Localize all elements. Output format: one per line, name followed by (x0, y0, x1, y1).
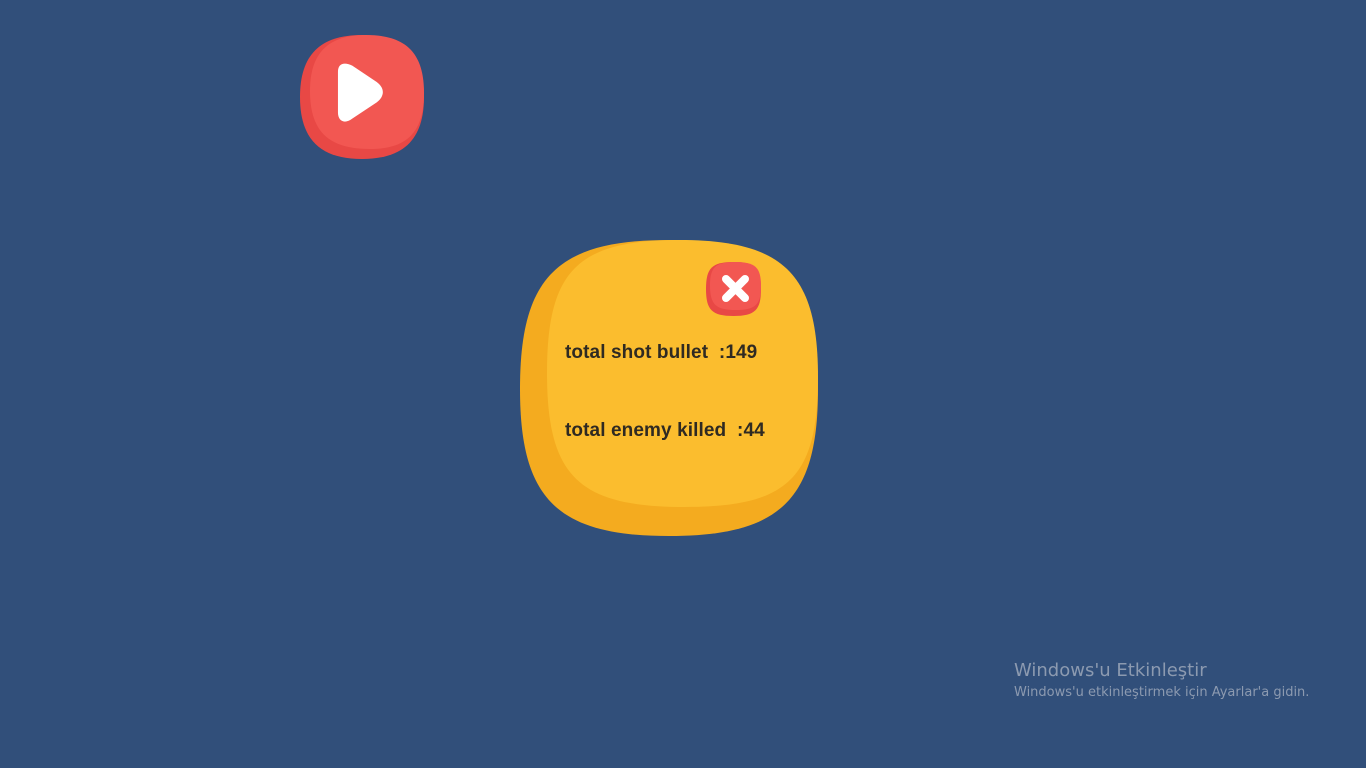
kills-value: :44 (737, 420, 765, 441)
total-shot-bullet-stat: total shot bullet :149 (565, 342, 757, 364)
close-button[interactable] (705, 261, 762, 317)
stats-panel: total shot bullet :149 total enemy kille… (519, 239, 819, 537)
kills-label: total enemy killed (565, 420, 727, 441)
stats-panel-background (520, 240, 818, 536)
shots-label: total shot bullet (565, 342, 709, 363)
watermark-title: Windows'u Etkinleştir (1014, 660, 1207, 681)
windows-activation-watermark: Windows'u Etkinleştir Windows'u etkinleş… (1014, 659, 1309, 703)
watermark-subtitle: Windows'u etkinleştirmek için Ayarlar'a … (1014, 685, 1310, 700)
play-icon (300, 35, 424, 159)
play-button[interactable] (298, 33, 426, 161)
shots-value: :149 (718, 342, 758, 363)
total-enemy-killed-stat: total enemy killed :44 (565, 420, 765, 442)
close-icon (706, 262, 761, 316)
